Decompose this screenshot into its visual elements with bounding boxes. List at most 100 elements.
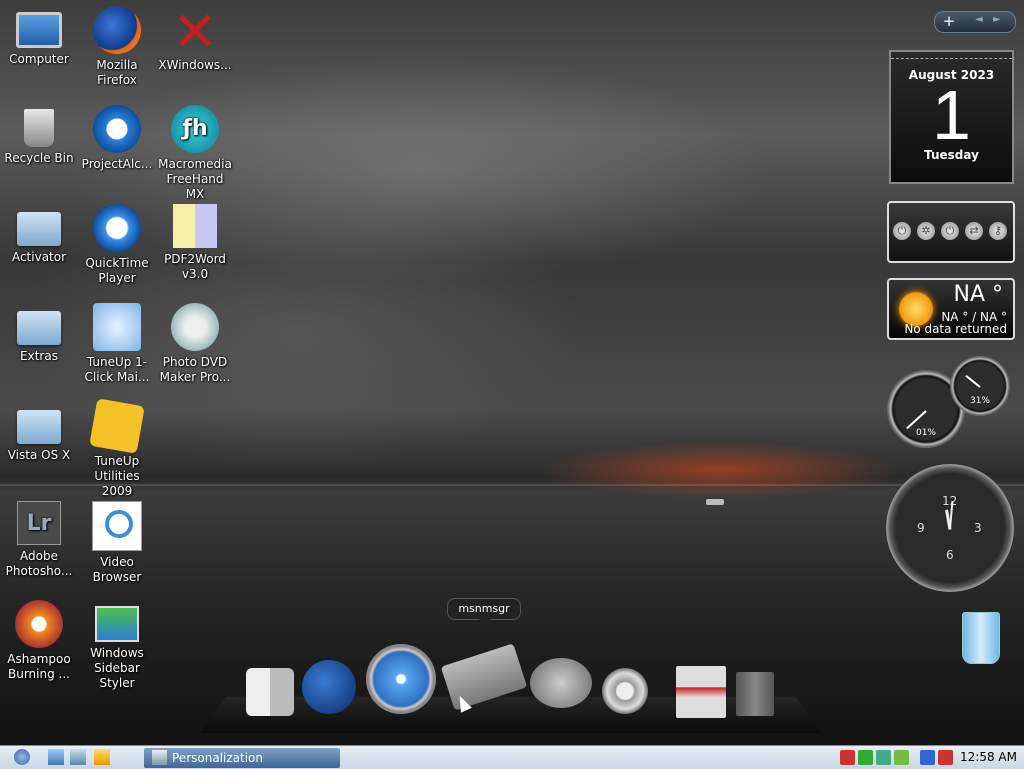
key-icon[interactable]: ⚷ [989,222,1007,240]
desktop-icon-ashampoo[interactable]: Ashampoo Burning ... [0,598,78,682]
recycle-bin-icon [24,109,54,147]
cpu-needle [906,410,927,430]
taskbar-button-personalization[interactable]: Personalization [144,748,340,768]
desktop-icon-recycle-bin[interactable]: Recycle Bin [0,103,78,166]
photo-dvd-icon [171,303,219,351]
power-icon[interactable]: ⏻ [893,222,911,240]
icon-label: TuneUp 1-Click Mai... [84,355,150,384]
task-label: Personalization [172,751,263,765]
tray-icon-2[interactable] [858,750,873,765]
safari-icon[interactable] [366,644,436,714]
weather-gadget[interactable]: NA ° NA ° / NA ° No data returned [887,278,1015,340]
taskbar: Personalization 12:58 AM [0,745,1024,769]
calendar-rings [891,52,1012,59]
desktop-icon-video-browser[interactable]: Video Browser [78,499,156,585]
desktop-icon-xwindows[interactable]: XWindows... [156,4,234,73]
start-orb-icon[interactable] [14,749,30,765]
tuneup-utilities-icon [89,398,145,454]
quicktime-icon [93,204,141,252]
mail-icon[interactable] [676,666,726,718]
media-icon[interactable] [94,749,110,765]
desktop-icon-freehand[interactable]: ƒh Macromedia FreeHand MX [156,103,234,202]
icon-label: Computer [9,52,69,66]
icon-label: Extras [20,349,58,363]
icon-label: Vista OS X [7,448,71,462]
calendar-weekday: Tuesday [924,148,979,162]
trash-icon[interactable] [736,672,774,716]
lightroom-icon: Lr [17,501,61,545]
desktop-icon-sidebar-styler[interactable]: Windows Sidebar Styler [78,598,156,691]
folder-icon [17,410,61,444]
desktop-icon-vista-osx[interactable]: Vista OS X [0,400,78,463]
analog-clock-gadget[interactable]: 12 3 6 9 [886,464,1014,592]
dock-tooltip: msnmsgr [447,598,521,625]
weather-message: No data returned [904,322,1007,336]
settings-icon[interactable]: ✲ [917,222,935,240]
icon-label: Recycle Bin [4,151,74,165]
taskbar-clock[interactable]: 12:58 AM [960,748,1017,766]
memory-needle [965,374,981,388]
folder-icon [17,311,61,345]
video-browser-icon [92,501,142,551]
tray-icon-4[interactable] [894,750,909,765]
icon-label: TuneUp Utilities 2009 [94,454,140,498]
monitor-icon [16,12,62,48]
desktop-icon[interactable] [70,749,86,765]
personalization-icon [152,750,167,765]
tray-icon-3[interactable] [876,750,891,765]
switch-icon[interactable]: ⇄ [965,222,983,240]
shutdown-icon[interactable]: ⏻ [941,222,959,240]
tray-icon-1[interactable] [840,750,855,765]
tray-icon-5[interactable] [920,750,935,765]
desktop-icon-activator[interactable]: Activator [0,202,78,265]
icon-label: QuickTime Player [85,256,149,285]
internet-explorer-icon [93,105,141,153]
desktop-icon-photo-dvd[interactable]: Photo DVD Maker Pro... [156,301,234,385]
desktop-icon-pdf2word[interactable]: PDF2Word v3.0 [156,202,234,282]
icon-label: Photo DVD Maker Pro... [159,355,231,384]
icon-label: Macromedia FreeHand MX [158,157,232,201]
recycle-bin-gadget[interactable] [956,604,1004,666]
icon-label: XWindows... [158,58,232,72]
desktop-icon-firefox[interactable]: Mozilla Firefox [78,4,156,88]
clock-12: 12 [942,494,958,508]
tuneup-maintenance-icon [93,303,141,351]
clock-9: 9 [917,521,925,535]
icon-label: Adobe Photosho... [5,549,73,578]
pdf2word-icon [173,204,217,248]
sidebar-styler-icon [95,606,139,642]
desktop-icon-tuneup-utilities[interactable]: TuneUp Utilities 2009 [78,398,156,499]
desktop-icon-quicktime[interactable]: QuickTime Player [78,202,156,286]
desktop-icon-computer[interactable]: Computer [0,4,78,67]
video-chat-icon[interactable] [530,658,592,708]
folder-icon [17,212,61,246]
settings-gear-icon[interactable] [602,668,648,714]
explorer-icon[interactable] [48,749,64,765]
clock-3: 3 [974,521,982,535]
desktop-icon-adobe[interactable]: Lr Adobe Photosho... [0,499,78,579]
desktop-icon-extras[interactable]: Extras [0,301,78,364]
recycle-bin-full-icon [962,612,1000,664]
xwindows-icon [171,6,219,54]
ashampoo-icon [15,600,63,648]
next-page-button[interactable]: ► [993,14,1001,25]
clock-6: 6 [946,548,954,562]
icon-label: ProjectAlc... [81,157,153,171]
calendar-gadget[interactable]: August 2023 1 Tuesday [889,50,1014,184]
prev-page-button[interactable]: ◄ [975,14,983,25]
icon-label: Ashampoo Burning ... [7,652,71,681]
desktop-icon-tuneup-1click[interactable]: TuneUp 1-Click Mai... [78,301,156,385]
memory-meter[interactable]: 31% [950,356,1010,416]
tray-icon-6[interactable] [938,750,953,765]
desktop-icon-projectalc[interactable]: ProjectAlc... [78,103,156,172]
weather-temperature: NA ° [953,282,1004,307]
finder-icon[interactable] [246,668,294,716]
icon-label: Mozilla Firefox [96,58,138,87]
sun-icon [899,292,933,326]
freehand-icon: ƒh [171,105,219,153]
icon-label: Video Browser [92,555,142,584]
browser-globe-icon[interactable] [302,660,356,714]
firefox-icon [93,6,141,54]
add-gadget-button[interactable]: + [941,13,957,30]
icon-label: PDF2Word v3.0 [164,252,226,281]
